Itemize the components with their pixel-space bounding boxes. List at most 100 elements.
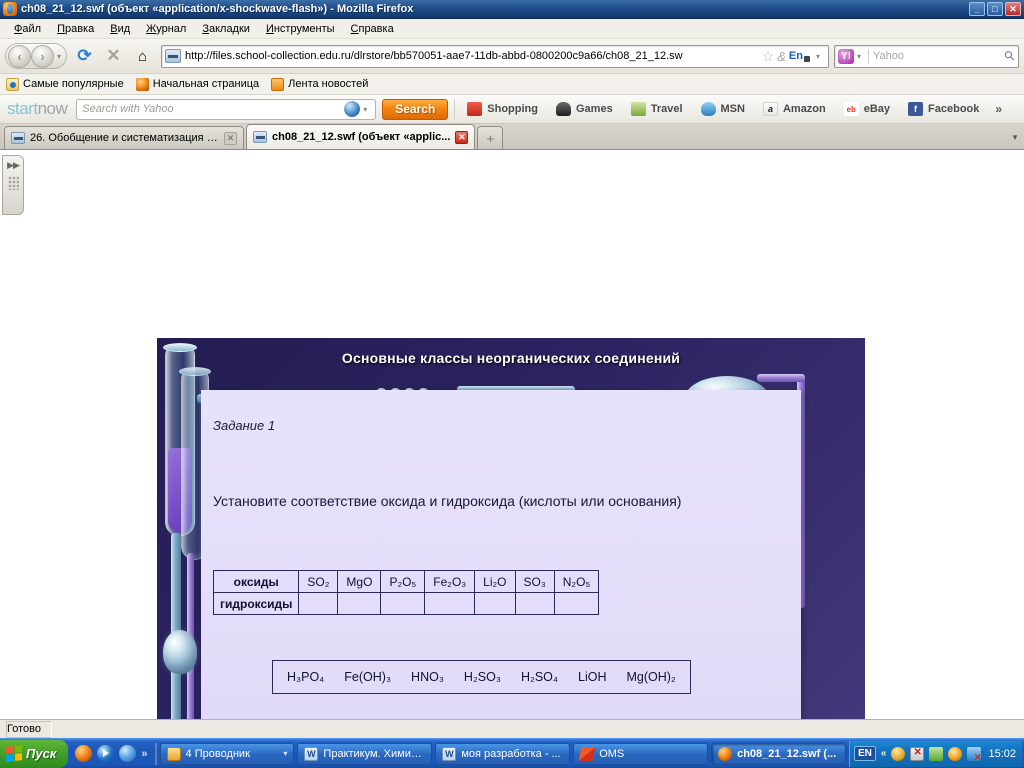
- home-button[interactable]: ⌂: [129, 43, 156, 70]
- answer-option-1[interactable]: H₃PO₄: [287, 670, 324, 684]
- facebook-icon: f: [908, 102, 924, 116]
- url-text[interactable]: http://files.school-collection.edu.ru/dl…: [185, 50, 762, 62]
- menu-item-edit[interactable]: Правка: [49, 21, 102, 37]
- answer-option-5[interactable]: H₂SO₄: [521, 670, 558, 684]
- close-button[interactable]: ✕: [1005, 2, 1021, 16]
- menu-item-history[interactable]: Журнал: [138, 21, 194, 37]
- startnow-item-amazon[interactable]: a Amazon: [757, 100, 832, 118]
- stop-button[interactable]: ✕: [100, 43, 127, 70]
- startnow-item-msn[interactable]: MSN: [695, 100, 751, 118]
- bookmark-most-visited[interactable]: Самые популярные: [6, 77, 124, 91]
- task-button-explorer[interactable]: 4 Проводник ▾: [159, 742, 295, 765]
- forward-button[interactable]: ›: [31, 44, 54, 68]
- shield-icon[interactable]: [891, 746, 906, 761]
- bookmark-label: Самые популярные: [23, 78, 124, 90]
- firefox-quicklaunch-icon[interactable]: [75, 745, 93, 762]
- bookmark-star-icon[interactable]: ☆: [762, 48, 775, 65]
- task-list: 4 Проводник ▾ W Практикум. Химия ... W м…: [159, 742, 846, 765]
- tab-list-button[interactable]: ▾: [1006, 132, 1024, 149]
- menu-item-help[interactable]: Справка: [343, 21, 402, 37]
- menu-item-tools[interactable]: Инструменты: [258, 21, 343, 37]
- tab-ch08-21-12-swf[interactable]: ch08_21_12.swf (объект «applic... ✕: [246, 124, 476, 149]
- bookmark-start-page[interactable]: Начальная страница: [135, 77, 259, 91]
- globe-icon[interactable]: [344, 101, 361, 117]
- startnow-item-games[interactable]: Games: [550, 100, 619, 118]
- ebay-icon: eb: [843, 102, 859, 116]
- tab-label: 26. Обобщение и систематизация зн...: [30, 132, 219, 144]
- task-button-oms[interactable]: OMS: [573, 742, 709, 765]
- reload-button[interactable]: ⟳: [71, 43, 98, 70]
- item-label: Amazon: [782, 103, 826, 115]
- flash-stage[interactable]: Основные классы неорганических соединени…: [157, 338, 865, 719]
- answer-option-7[interactable]: Mg(OH)₂: [626, 670, 675, 684]
- grip-dots-icon[interactable]: [7, 176, 19, 190]
- hydroxide-dropzone-6[interactable]: [514, 592, 555, 615]
- tray-expand-icon[interactable]: «: [881, 748, 887, 759]
- chevron-down-icon[interactable]: ▾: [54, 52, 64, 61]
- startnow-item-ebay[interactable]: eb eBay: [838, 100, 896, 118]
- search-input[interactable]: Yahoo: [873, 50, 1005, 62]
- menu-item-file[interactable]: Файл: [6, 21, 49, 37]
- new-tab-button[interactable]: +: [477, 126, 504, 149]
- taskbar-clock[interactable]: 15:02: [986, 748, 1016, 760]
- chevron-down-icon[interactable]: ▾: [813, 52, 823, 61]
- oxide-cell-5: Li₂O: [474, 570, 516, 593]
- internet-explorer-quicklaunch-icon[interactable]: [119, 745, 137, 762]
- row-header-hydroxides: гидроксиды: [212, 592, 300, 615]
- antivirus-icon[interactable]: [910, 746, 925, 761]
- language-indicator[interactable]: EN: [854, 746, 876, 761]
- sync-error-icon[interactable]: [967, 746, 982, 763]
- answer-option-3[interactable]: HNO₃: [411, 670, 444, 684]
- readinglist-icon[interactable]: &: [777, 49, 786, 64]
- tab-close-icon[interactable]: ✕: [455, 130, 469, 144]
- popular-icon: [6, 77, 19, 91]
- hydroxide-dropzone-7[interactable]: [553, 592, 600, 615]
- back-button[interactable]: ‹: [8, 44, 31, 68]
- answer-option-4[interactable]: H₂SO₃: [464, 670, 501, 684]
- media-player-quicklaunch-icon[interactable]: [97, 745, 115, 762]
- quicklaunch-overflow-icon[interactable]: »: [141, 748, 147, 760]
- rss-icon: [271, 77, 285, 91]
- minimize-button[interactable]: _: [969, 2, 985, 16]
- search-icon[interactable]: ⚲: [1001, 47, 1019, 65]
- menu-item-view[interactable]: Вид: [102, 21, 138, 37]
- address-bar[interactable]: http://files.school-collection.edu.ru/dl…: [161, 44, 829, 68]
- chevron-down-icon[interactable]: ▾: [854, 52, 864, 61]
- startnow-search-button[interactable]: Search: [382, 98, 449, 120]
- startnow-toolbar: startnow Search with Yahoo ▾ Search Shop…: [0, 95, 1024, 124]
- network-icon[interactable]: [929, 746, 944, 761]
- answer-option-6[interactable]: LiOH: [578, 670, 606, 684]
- answer-option-2[interactable]: Fe(OH)₃: [344, 670, 391, 684]
- tab-close-icon[interactable]: ✕: [224, 131, 237, 145]
- sidebar-expand-handle[interactable]: ▶▶: [2, 155, 24, 215]
- back-forward-group: ‹ › ▾: [5, 43, 68, 69]
- start-button[interactable]: Пуск: [0, 739, 69, 768]
- task-button-firefox[interactable]: ch08_21_12.swf (...: [711, 742, 846, 765]
- startnow-search-input[interactable]: Search with Yahoo: [82, 103, 344, 115]
- hydroxide-dropzone-2[interactable]: [337, 592, 382, 615]
- yahoo-icon[interactable]: Y!: [838, 48, 854, 64]
- folder-icon: [166, 746, 181, 761]
- startnow-item-shopping[interactable]: Shopping: [461, 100, 544, 118]
- chevron-right-icon[interactable]: ▶▶: [7, 160, 20, 171]
- task-button-praktikum[interactable]: W Практикум. Химия ...: [297, 742, 433, 765]
- search-bar[interactable]: Y! ▾ Yahoo ⚲: [834, 44, 1019, 68]
- maximize-button[interactable]: □: [987, 2, 1003, 16]
- task-button-razrabotka[interactable]: W моя разработка - ...: [435, 742, 571, 765]
- startnow-logo[interactable]: startnow: [4, 99, 70, 119]
- bookmark-news-feed[interactable]: Лента новостей: [271, 77, 368, 91]
- startnow-item-travel[interactable]: Travel: [625, 100, 689, 118]
- hydroxide-dropzone-5[interactable]: [474, 592, 516, 615]
- hydroxide-dropzone-4[interactable]: [424, 592, 476, 615]
- chevron-down-icon[interactable]: ▾: [360, 105, 370, 114]
- hydroxide-dropzone-3[interactable]: [380, 592, 426, 615]
- menu-item-bookmarks[interactable]: Закладки: [194, 21, 258, 37]
- updater-icon[interactable]: [948, 746, 963, 761]
- chevron-down-icon[interactable]: ▾: [283, 749, 287, 758]
- startnow-item-facebook[interactable]: f Facebook: [902, 100, 985, 118]
- tab-obobshchenie[interactable]: 26. Обобщение и систематизация зн... ✕: [4, 126, 244, 149]
- hydroxide-dropzone-1[interactable]: [298, 592, 339, 615]
- language-lock-icon[interactable]: En: [789, 50, 811, 62]
- startnow-overflow-button[interactable]: »: [991, 102, 1002, 116]
- startnow-search-field[interactable]: Search with Yahoo ▾: [76, 98, 377, 120]
